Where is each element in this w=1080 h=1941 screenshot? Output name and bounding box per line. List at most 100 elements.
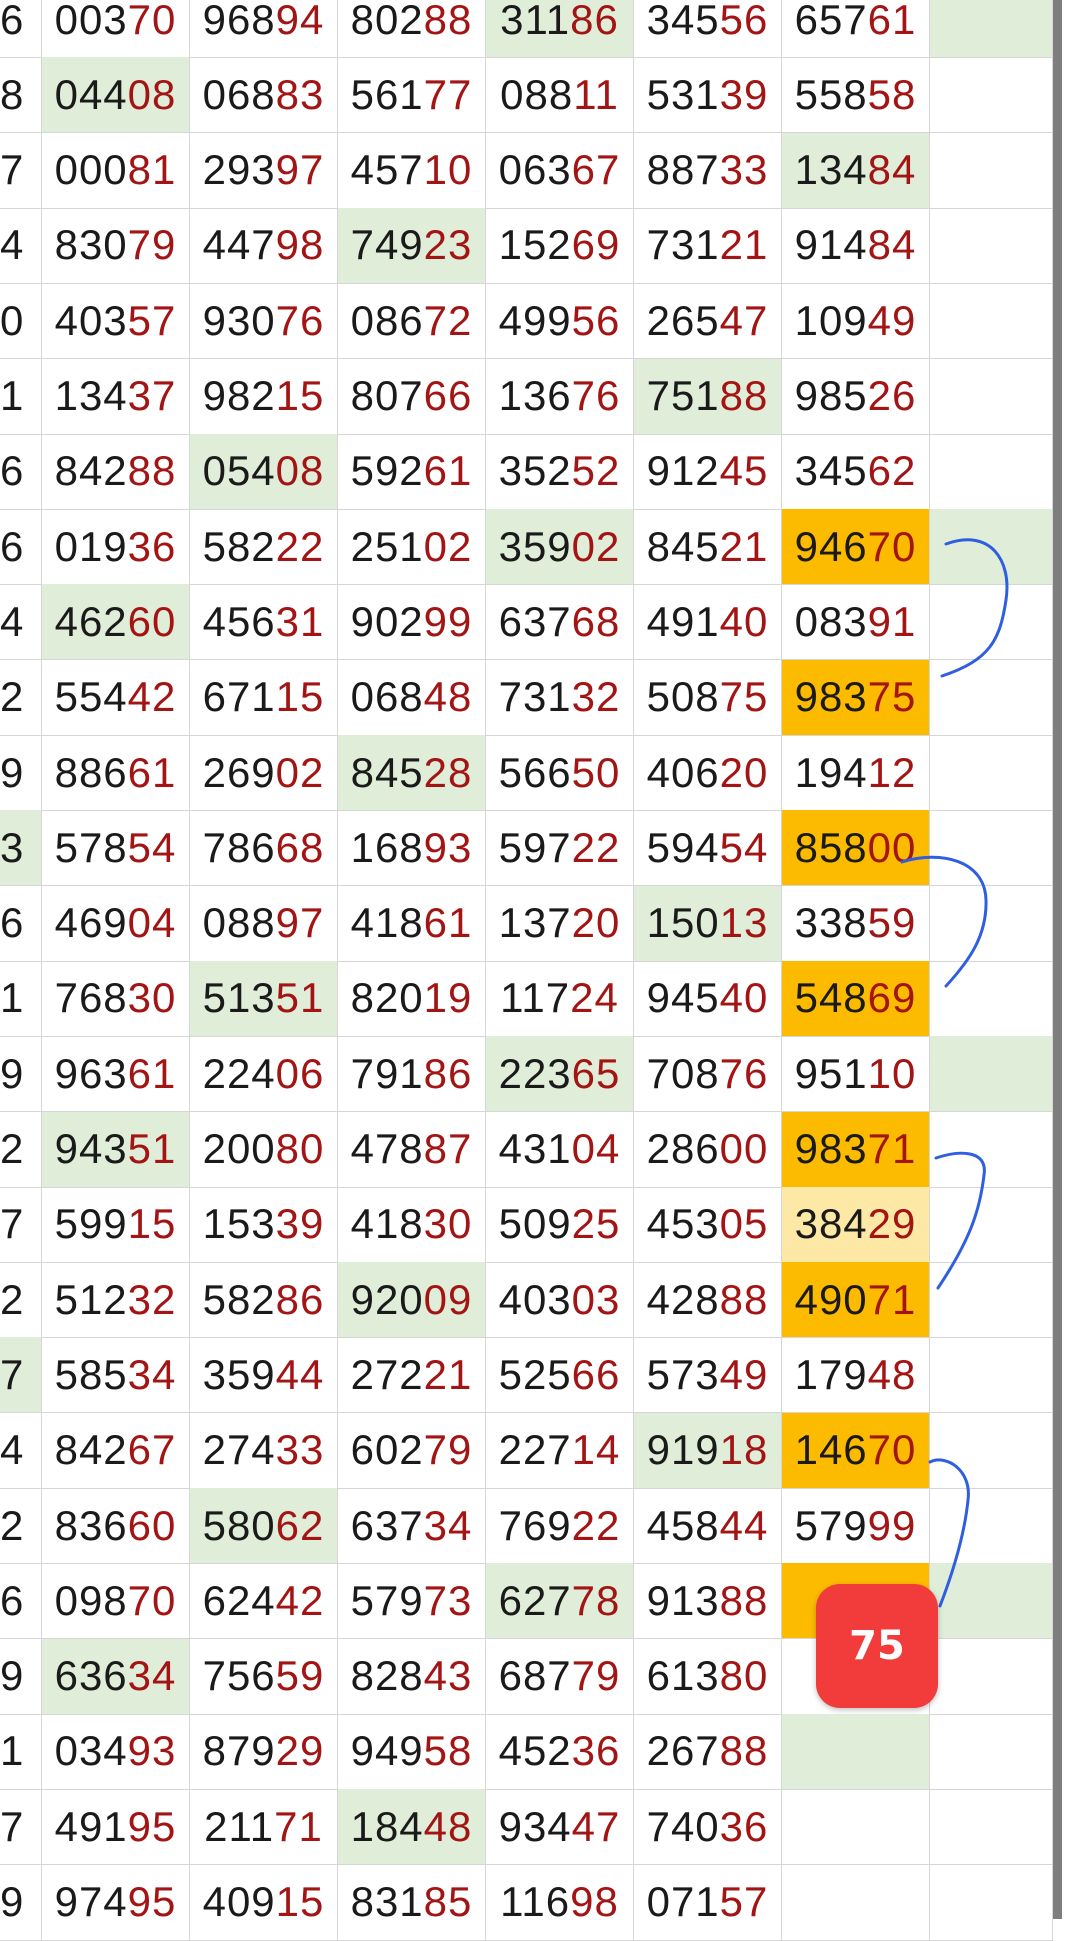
row-edge-digit[interactable]: 6 bbox=[0, 885, 42, 962]
number-cell[interactable]: 602 79 bbox=[338, 1412, 486, 1489]
empty-cell[interactable] bbox=[930, 735, 1053, 811]
number-cell[interactable]: 109 49 bbox=[782, 283, 930, 360]
number-cell[interactable]: 137 20 bbox=[486, 885, 634, 962]
number-cell[interactable]: 582 22 bbox=[190, 509, 338, 586]
number-cell[interactable]: 384 29 bbox=[782, 1186, 930, 1263]
number-cell[interactable]: 842 67 bbox=[42, 1412, 190, 1489]
empty-cell[interactable] bbox=[930, 207, 1053, 284]
empty-cell[interactable] bbox=[930, 1563, 1053, 1640]
empty-cell[interactable] bbox=[930, 659, 1053, 736]
number-cell[interactable]: 272 21 bbox=[338, 1337, 486, 1414]
number-cell[interactable]: 000 81 bbox=[42, 132, 190, 209]
number-cell[interactable]: 019 36 bbox=[42, 509, 190, 586]
number-cell[interactable]: 636 34 bbox=[42, 1638, 190, 1715]
number-cell[interactable]: 756 59 bbox=[190, 1638, 338, 1715]
number-cell[interactable]: 731 32 bbox=[486, 659, 634, 736]
number-cell[interactable]: 579 73 bbox=[338, 1563, 486, 1640]
empty-cell[interactable] bbox=[930, 1186, 1053, 1263]
number-cell[interactable]: 573 49 bbox=[634, 1337, 782, 1414]
number-cell[interactable]: 525 66 bbox=[486, 1337, 634, 1414]
empty-cell[interactable] bbox=[930, 1638, 1053, 1715]
number-cell[interactable]: 194 12 bbox=[782, 735, 930, 811]
number-cell[interactable]: 352 52 bbox=[486, 433, 634, 510]
empty-cell[interactable] bbox=[930, 1337, 1053, 1414]
number-cell[interactable]: 582 86 bbox=[190, 1262, 338, 1339]
number-cell[interactable]: 902 99 bbox=[338, 584, 486, 661]
number-cell[interactable]: 136 76 bbox=[486, 358, 634, 435]
number-cell[interactable]: 269 02 bbox=[190, 735, 338, 811]
number-cell[interactable]: 914 84 bbox=[782, 207, 930, 284]
row-edge-digit[interactable]: 9 bbox=[0, 735, 42, 811]
number-cell[interactable]: 982 15 bbox=[190, 358, 338, 435]
number-cell[interactable]: 338 59 bbox=[782, 885, 930, 962]
number-cell[interactable]: 930 76 bbox=[190, 283, 338, 360]
row-edge-digit[interactable]: 9 bbox=[0, 1638, 42, 1715]
row-edge-digit[interactable]: 4 bbox=[0, 584, 42, 661]
number-cell[interactable]: 558 58 bbox=[782, 57, 930, 134]
number-cell[interactable]: 227 14 bbox=[486, 1412, 634, 1489]
row-edge-digit[interactable]: 9 bbox=[0, 1864, 42, 1941]
number-cell[interactable]: 491 40 bbox=[634, 584, 782, 661]
row-edge-digit[interactable]: 6 bbox=[0, 433, 42, 510]
number-cell[interactable]: 200 80 bbox=[190, 1111, 338, 1188]
number-cell[interactable]: 034 93 bbox=[42, 1713, 190, 1790]
row-edge-digit[interactable]: 7 bbox=[0, 1789, 42, 1866]
number-cell[interactable]: 946 70 bbox=[782, 509, 930, 586]
row-edge-digit[interactable]: 6 bbox=[0, 0, 42, 58]
number-cell[interactable]: 879 29 bbox=[190, 1713, 338, 1790]
number-cell[interactable]: 224 06 bbox=[190, 1036, 338, 1113]
number-cell[interactable]: 919 18 bbox=[634, 1412, 782, 1489]
number-cell[interactable]: 807 66 bbox=[338, 358, 486, 435]
number-cell[interactable]: 071 57 bbox=[634, 1864, 782, 1941]
number-cell[interactable]: 406 20 bbox=[634, 735, 782, 811]
number-cell[interactable]: 088 11 bbox=[486, 57, 634, 134]
row-edge-digit[interactable]: 6 bbox=[0, 509, 42, 586]
number-cell[interactable]: 968 94 bbox=[190, 0, 338, 58]
number-cell[interactable]: 624 42 bbox=[190, 1563, 338, 1640]
number-cell[interactable]: 820 19 bbox=[338, 960, 486, 1037]
number-cell[interactable]: 592 61 bbox=[338, 433, 486, 510]
number-cell[interactable]: 983 75 bbox=[782, 659, 930, 736]
row-edge-digit[interactable]: 4 bbox=[0, 1412, 42, 1489]
number-cell[interactable]: 184 48 bbox=[338, 1789, 486, 1866]
number-cell[interactable]: 452 36 bbox=[486, 1713, 634, 1790]
number-cell[interactable]: 134 37 bbox=[42, 358, 190, 435]
row-edge-digit[interactable]: 7 bbox=[0, 1186, 42, 1263]
number-cell[interactable]: 585 34 bbox=[42, 1337, 190, 1414]
number-cell[interactable]: 150 13 bbox=[634, 885, 782, 962]
number-cell[interactable]: 858 00 bbox=[782, 810, 930, 887]
number-cell[interactable]: 223 65 bbox=[486, 1036, 634, 1113]
row-edge-digit[interactable]: 1 bbox=[0, 358, 42, 435]
row-edge-digit[interactable]: 3 bbox=[0, 810, 42, 887]
number-cell[interactable]: 566 50 bbox=[486, 735, 634, 811]
empty-cell[interactable] bbox=[930, 1789, 1053, 1866]
number-cell[interactable]: 083 91 bbox=[782, 584, 930, 661]
number-cell[interactable]: 359 02 bbox=[486, 509, 634, 586]
number-cell[interactable]: 211 71 bbox=[190, 1789, 338, 1866]
number-cell[interactable]: 153 39 bbox=[190, 1186, 338, 1263]
number-cell[interactable]: 740 36 bbox=[634, 1789, 782, 1866]
row-edge-digit[interactable]: 9 bbox=[0, 1036, 42, 1113]
number-cell[interactable]: 152 69 bbox=[486, 207, 634, 284]
empty-cell[interactable] bbox=[930, 1488, 1053, 1564]
number-cell[interactable]: 088 97 bbox=[190, 885, 338, 962]
empty-cell[interactable] bbox=[930, 57, 1053, 134]
number-cell[interactable]: 708 76 bbox=[634, 1036, 782, 1113]
number-cell[interactable]: 311 86 bbox=[486, 0, 634, 58]
number-cell[interactable]: 580 62 bbox=[190, 1488, 338, 1564]
number-cell[interactable]: 286 00 bbox=[634, 1111, 782, 1188]
number-cell[interactable]: 886 61 bbox=[42, 735, 190, 811]
row-edge-digit[interactable]: 2 bbox=[0, 1262, 42, 1339]
row-edge-digit[interactable]: 2 bbox=[0, 1111, 42, 1188]
number-cell[interactable]: 179 48 bbox=[782, 1337, 930, 1414]
number-cell[interactable]: 531 39 bbox=[634, 57, 782, 134]
scrollbar[interactable] bbox=[1053, 0, 1062, 1919]
number-cell[interactable]: 554 42 bbox=[42, 659, 190, 736]
number-cell[interactable]: 561 77 bbox=[338, 57, 486, 134]
number-cell[interactable]: 627 78 bbox=[486, 1563, 634, 1640]
number-cell[interactable]: 845 28 bbox=[338, 735, 486, 811]
number-cell[interactable]: 478 87 bbox=[338, 1111, 486, 1188]
number-cell[interactable]: 359 44 bbox=[190, 1337, 338, 1414]
number-cell[interactable]: 509 25 bbox=[486, 1186, 634, 1263]
number-cell[interactable]: 887 33 bbox=[634, 132, 782, 209]
